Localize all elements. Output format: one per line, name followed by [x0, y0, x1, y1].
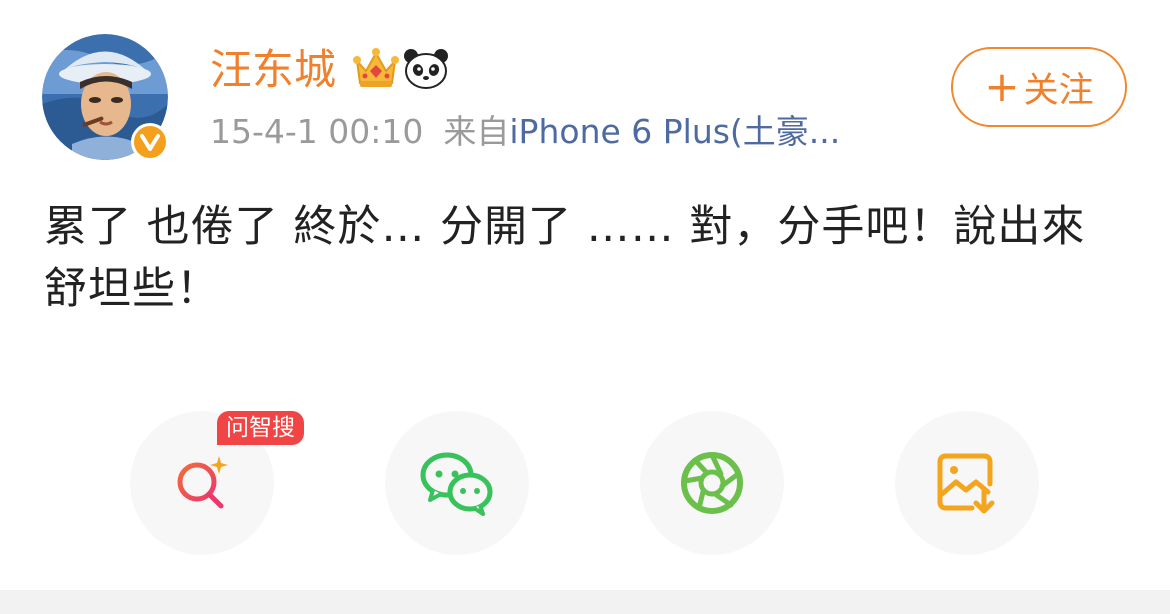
post-time: 15-4-1 00:10: [210, 112, 424, 151]
plus-icon: +: [984, 62, 1020, 111]
post-source-link[interactable]: iPhone 6 Plus(土豪...: [509, 112, 840, 151]
ai-search-icon: [177, 456, 228, 509]
panda-icon: [404, 49, 448, 89]
save-image-icon: [937, 453, 995, 514]
save-image-button[interactable]: [895, 411, 1039, 555]
wechat-icon: [420, 452, 493, 516]
source-prefix: 来自: [443, 112, 510, 151]
post-text: 累了 也倦了 終於… 分開了 …… 對，分手吧！說出來舒坦些！: [44, 202, 1086, 314]
post-meta: 15-4-1 00:10 来自iPhone 6 Plus(土豪...: [210, 110, 840, 154]
verified-badge: [131, 123, 169, 161]
follow-button[interactable]: + 关注: [951, 47, 1127, 127]
moments-share-button[interactable]: [640, 411, 784, 555]
check-v-icon: [140, 134, 160, 151]
follow-label: 关注: [1023, 70, 1094, 111]
crown-icon: [353, 48, 399, 87]
avatar[interactable]: [42, 34, 169, 161]
bottom-divider: [0, 590, 1170, 614]
username[interactable]: 汪东城: [210, 43, 336, 97]
moments-aperture-icon: [681, 452, 743, 514]
wechat-share-button[interactable]: [385, 411, 529, 555]
ai-search-badge: 问智搜: [217, 411, 304, 445]
